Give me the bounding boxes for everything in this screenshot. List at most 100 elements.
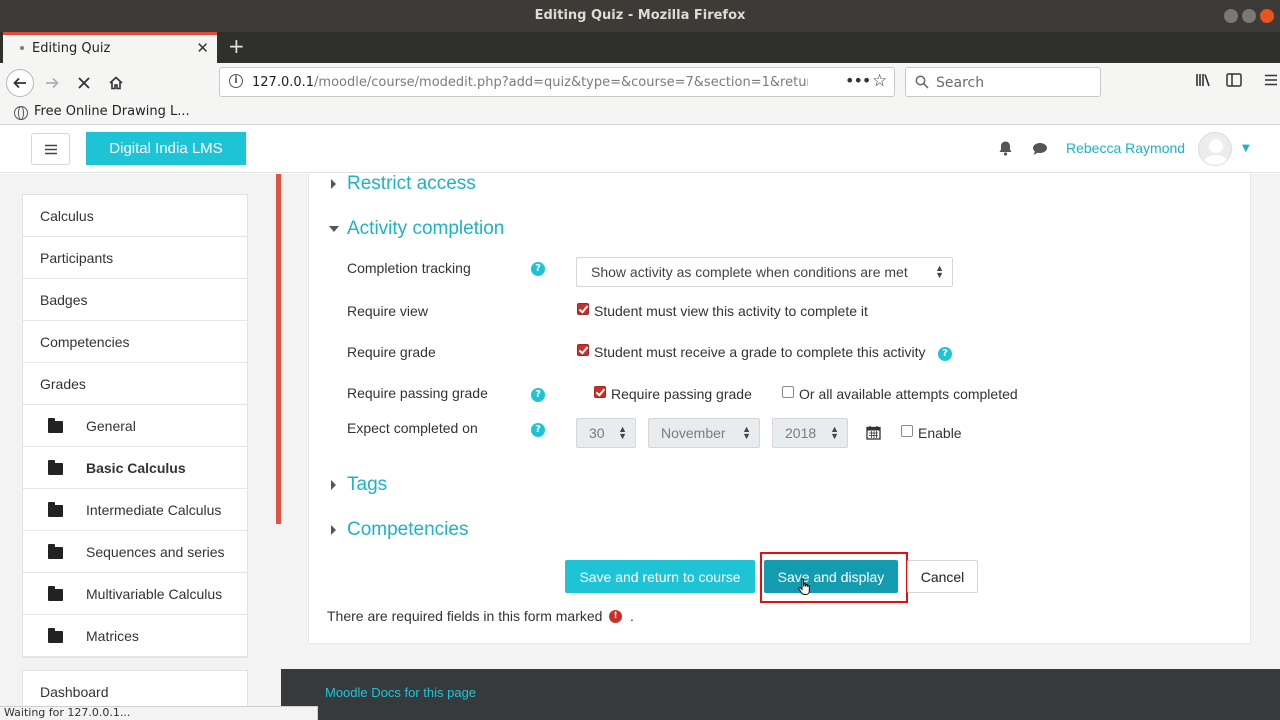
folder-icon [48,459,63,475]
forward-button[interactable] [38,69,66,97]
course-navigation: Calculus Participants Badges Competencie… [22,194,248,658]
hamburger-icon [44,144,57,154]
window-title: Editing Quiz - Mozilla Firefox [534,8,746,23]
calendar-icon[interactable] [866,425,881,440]
bookmark-item[interactable]: Free Online Drawing L... [34,104,190,119]
require-view-checkbox[interactable] [577,303,589,315]
url-bar[interactable]: i 127.0.0.1/moodle/course/modedit.php?ad… [219,67,895,97]
select-arrows-icon: ▲ ▼ [618,424,627,441]
home-button[interactable] [102,69,130,97]
help-icon[interactable]: ? [531,423,545,437]
back-button[interactable] [6,69,34,97]
menu-icon[interactable] [1264,73,1278,91]
sidebar-item-label: Sequences and series [86,543,225,560]
expand-tags-icon[interactable] [331,480,336,490]
required-icon: ! [609,610,622,623]
sidebar-item-multivariable-calculus[interactable]: Multivariable Calculus [23,573,247,615]
sidebar-item-basic-calculus[interactable]: Basic Calculus [23,447,247,489]
drawer-scrollbar[interactable] [276,174,281,524]
globe-icon [14,106,28,120]
sidebar-item-sequences-and-series[interactable]: Sequences and series [23,531,247,573]
page-actions-icon[interactable]: ••• [845,71,871,90]
url-text: 127.0.0.1/moodle/course/modedit.php?add=… [252,75,808,90]
sidebar-item-participants[interactable]: Participants [23,237,247,279]
day-value: 30 [589,425,605,441]
all-attempts-completed-checkbox[interactable] [782,386,794,398]
section-competencies[interactable]: Competencies [347,519,468,541]
sidebar-item-label: Basic Calculus [86,459,186,476]
require-grade-checkbox[interactable] [577,344,589,356]
avatar[interactable] [1198,132,1232,166]
require-passing-grade-checkbox[interactable] [594,386,606,398]
sidebar-item-label: Competencies [40,333,130,350]
site-brand-button[interactable]: Digital India LMS [86,132,246,165]
sidebar-item-general[interactable]: General [23,405,247,447]
hamburger-menu-button[interactable] [31,133,70,165]
minimize-button[interactable] [1224,9,1238,23]
window-controls [1224,9,1274,23]
window-titlebar: Editing Quiz - Mozilla Firefox [0,0,1280,32]
folder-icon [48,585,63,601]
require-passing-grade-label: Require passing grade [347,385,488,401]
search-placeholder: Search [936,75,985,91]
cancel-button[interactable]: Cancel [907,560,978,593]
require-view-checkbox-label[interactable]: Student must view this activity to compl… [594,303,868,319]
section-activity-completion[interactable]: Activity completion [347,218,504,240]
sidebar-item-label: Multivariable Calculus [86,585,223,602]
chevron-down-icon[interactable]: ▼ [1242,143,1250,154]
help-icon[interactable]: ? [531,388,545,402]
library-icon[interactable] [1195,73,1211,91]
require-passing-grade-checkbox-label[interactable]: Require passing grade [611,386,752,402]
expand-competencies-icon[interactable] [331,525,336,535]
require-view-label: Require view [347,303,428,319]
sidebar-toggle-icon[interactable] [1226,73,1242,91]
section-tags[interactable]: Tags [347,474,387,496]
require-grade-checkbox-label[interactable]: Student must receive a grade to complete… [594,344,926,360]
expand-restrict-access-icon[interactable] [331,179,336,189]
url-host: 127.0.0.1 [252,75,315,90]
sidebar-item-competencies[interactable]: Competencies [23,321,247,363]
site-info-icon[interactable]: i [229,74,243,88]
enable-date-checkbox[interactable] [901,425,913,437]
completion-tracking-select[interactable]: Show activity as complete when condition… [576,257,953,287]
year-select[interactable]: 2018 ▲ ▼ [772,418,848,448]
forward-arrow-icon [46,77,59,89]
tab-editing-quiz[interactable]: Editing Quiz ✕ [3,32,217,63]
stop-button[interactable] [70,69,98,97]
sidebar-item-grades[interactable]: Grades [23,363,247,405]
sidebar-item-label: Intermediate Calculus [86,501,222,518]
navigation-toolbar: i 127.0.0.1/moodle/course/modedit.php?ad… [0,63,1280,101]
close-window-button[interactable] [1260,9,1274,23]
select-arrows-icon: ▲ ▼ [935,263,944,280]
search-bar[interactable]: Search [905,67,1101,97]
sidebar-item-matrices[interactable]: Matrices [23,615,247,657]
day-select[interactable]: 30 ▲ ▼ [576,418,636,448]
new-tab-icon[interactable]: + [228,34,245,58]
messages-icon[interactable] [1032,142,1048,156]
year-value: 2018 [785,425,817,441]
tab-strip: Editing Quiz ✕ + [0,32,1280,63]
navigation-list: Calculus Participants Badges Competencie… [22,194,248,658]
bookmark-star-icon[interactable]: ☆ [872,71,887,91]
all-attempts-completed-label[interactable]: Or all available attempts completed [799,386,1018,402]
required-note-end: . [630,608,634,624]
sidebar-item-calculus[interactable]: Calculus [23,195,247,237]
sidebar-item-badges[interactable]: Badges [23,279,247,321]
sidebar-item-intermediate-calculus[interactable]: Intermediate Calculus [23,489,247,531]
section-restrict-access[interactable]: Restrict access [347,173,476,195]
enable-date-label[interactable]: Enable [918,425,962,441]
completion-tracking-label: Completion tracking [347,260,471,276]
url-path: /moodle/course/modedit.php?add=quiz&type… [314,75,808,90]
month-select[interactable]: November ▲ ▼ [648,418,760,448]
help-icon[interactable]: ? [938,347,952,361]
moodle-docs-link[interactable]: Moodle Docs for this page [325,685,476,700]
sidebar-item-label: Matrices [86,627,139,644]
close-tab-icon[interactable]: ✕ [196,39,209,57]
maximize-button[interactable] [1242,9,1256,23]
user-name[interactable]: Rebecca Raymond [1066,140,1185,156]
notification-bell-icon[interactable] [998,140,1013,156]
save-and-return-button[interactable]: Save and return to course [565,560,755,593]
help-icon[interactable]: ? [531,262,545,276]
expect-completed-label: Expect completed on [347,420,478,436]
collapse-activity-completion-icon[interactable] [329,226,339,232]
